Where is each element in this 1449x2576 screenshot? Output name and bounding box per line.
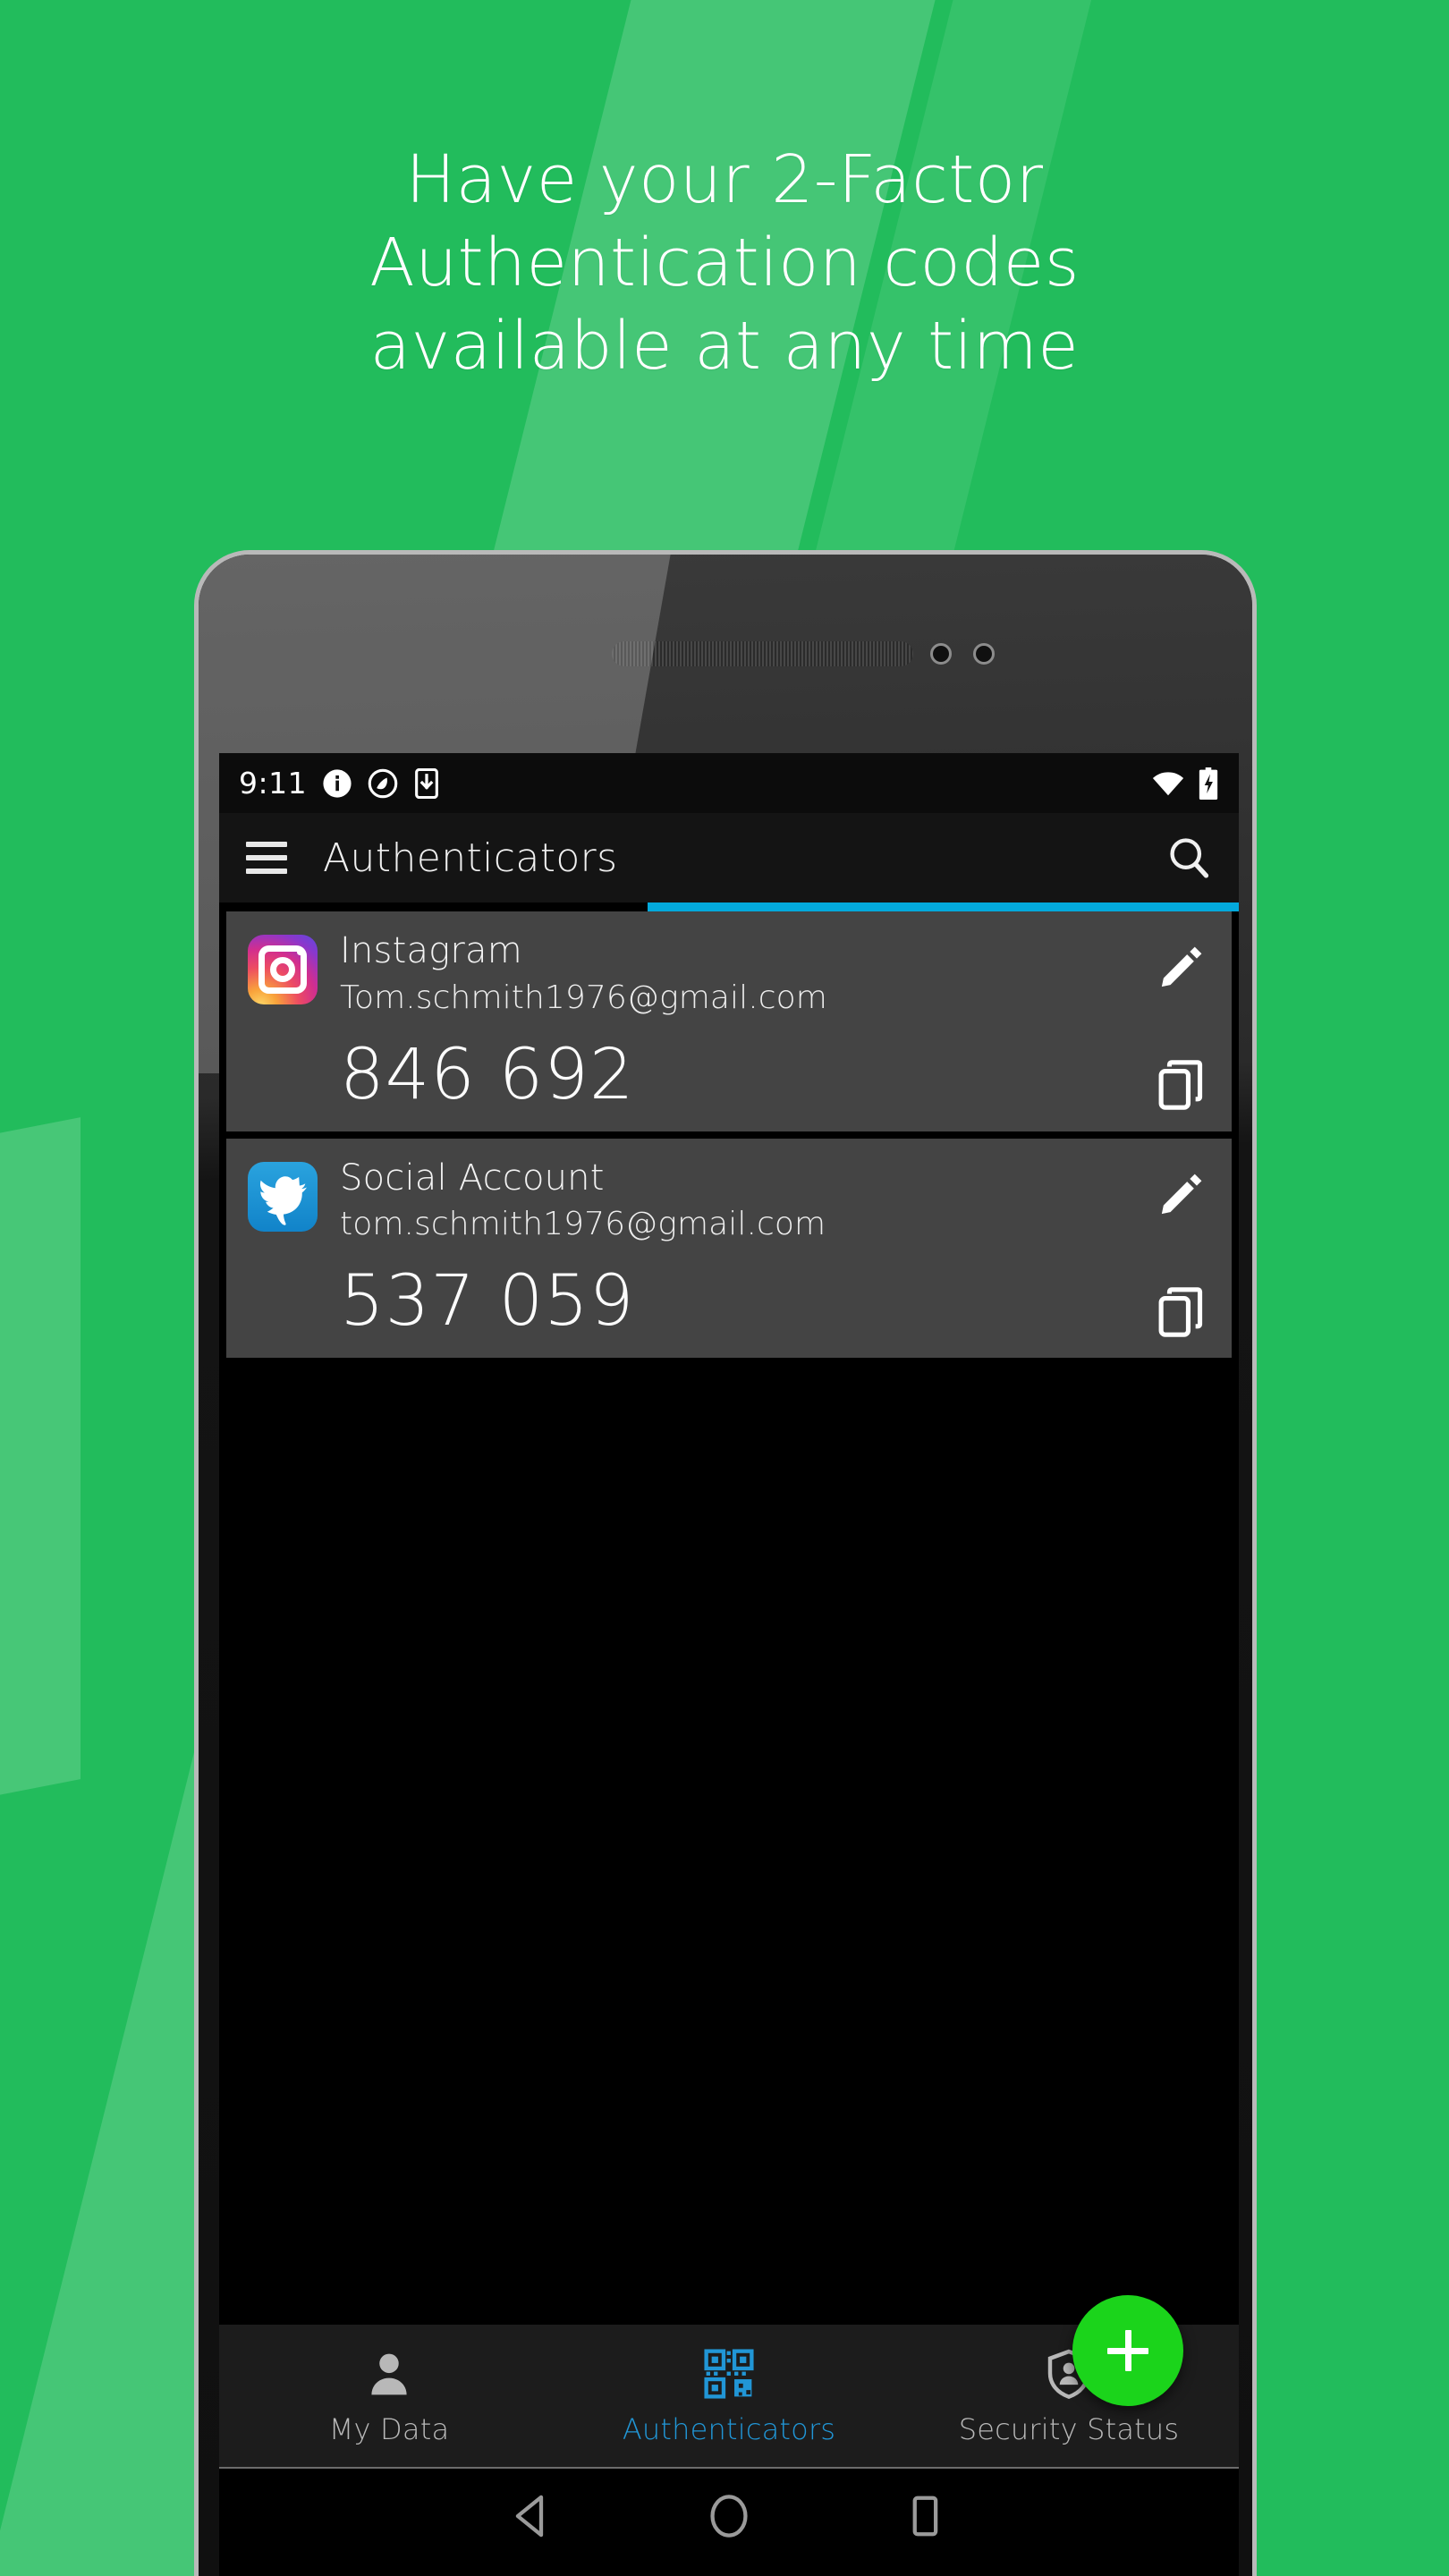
download-to-device-icon <box>413 767 440 799</box>
otp-code: 537 059 <box>340 1261 635 1343</box>
instagram-lens <box>269 956 296 983</box>
loading-progress-bar <box>219 902 1239 911</box>
card-header-row: Social Account tom.schmith1976@gmail.com <box>248 1157 1210 1246</box>
list-item[interactable]: Social Account tom.schmith1976@gmail.com… <box>226 1138 1232 1359</box>
diagonal-band-left <box>0 1117 80 1852</box>
pencil-edit-icon[interactable] <box>1157 1171 1205 1219</box>
hamburger-line-2 <box>246 855 287 860</box>
front-camera-icon <box>973 643 995 665</box>
instagram-icon <box>248 935 318 1004</box>
card-text-block: Social Account tom.schmith1976@gmail.com <box>340 1157 1210 1246</box>
status-bar-clock: 9:11 <box>239 766 308 801</box>
nav-label: Authenticators <box>622 2411 836 2446</box>
phone-device-frame: 9:11 Authenticators Instagram Tom.schmit… <box>194 550 1257 2576</box>
back-triangle-icon[interactable] <box>509 2492 557 2540</box>
proximity-sensor-icon <box>930 643 952 665</box>
hamburger-line-3 <box>246 869 287 874</box>
earpiece-speaker-grille <box>612 641 913 666</box>
page-title: Authenticators <box>323 835 618 881</box>
pencil-edit-icon[interactable] <box>1157 944 1205 992</box>
account-email: tom.schmith1976@gmail.com <box>340 1206 826 1243</box>
qr-code-icon <box>703 2346 755 2402</box>
home-circle-icon[interactable] <box>705 2492 753 2540</box>
nav-label: Security Status <box>958 2411 1180 2446</box>
card-text-block: Instagram Tom.schmith1976@gmail.com <box>340 930 1210 1019</box>
person-icon <box>364 2346 414 2402</box>
android-system-navigation-bar <box>219 2467 1239 2576</box>
status-bar-left-group: 9:11 <box>239 766 440 801</box>
nav-label: My Data <box>328 2411 450 2446</box>
copy-icon[interactable] <box>1158 1060 1205 1110</box>
phone-screen: 9:11 Authenticators Instagram Tom.schmit… <box>219 753 1239 2576</box>
search-icon[interactable] <box>1165 835 1212 881</box>
account-name: Social Account <box>340 1157 605 1199</box>
nav-item-my-data[interactable]: My Data <box>219 2346 559 2446</box>
info-icon <box>322 768 352 799</box>
recents-square-icon[interactable] <box>901 2492 949 2540</box>
hamburger-menu-icon[interactable] <box>246 842 287 874</box>
status-bar-right-group <box>1151 767 1219 800</box>
authenticator-list: Instagram Tom.schmith1976@gmail.com 846 … <box>219 911 1239 1359</box>
otp-code: 846 692 <box>340 1034 635 1115</box>
hamburger-line-1 <box>246 842 287 847</box>
account-name: Instagram <box>340 930 522 971</box>
loading-progress-fill <box>647 902 1239 911</box>
card-header-row: Instagram Tom.schmith1976@gmail.com <box>248 930 1210 1019</box>
promo-headline: Have your 2-Factor Authentication codes … <box>369 141 1080 386</box>
nav-item-authenticators[interactable]: Authenticators <box>559 2346 899 2446</box>
twitter-bird-icon <box>248 1161 318 1232</box>
copy-icon[interactable] <box>1158 1286 1205 1337</box>
app-bar: Authenticators <box>219 813 1239 902</box>
do-not-disturb-icon <box>368 768 398 799</box>
battery-charging-icon <box>1198 767 1219 800</box>
account-email: Tom.schmith1976@gmail.com <box>340 979 827 1016</box>
add-authenticator-fab[interactable] <box>1072 2295 1183 2406</box>
wifi-icon <box>1151 770 1185 797</box>
list-item[interactable]: Instagram Tom.schmith1976@gmail.com 846 … <box>226 911 1232 1131</box>
nav-item-security-status[interactable]: Security Status <box>899 2346 1239 2446</box>
status-bar: 9:11 <box>219 753 1239 813</box>
